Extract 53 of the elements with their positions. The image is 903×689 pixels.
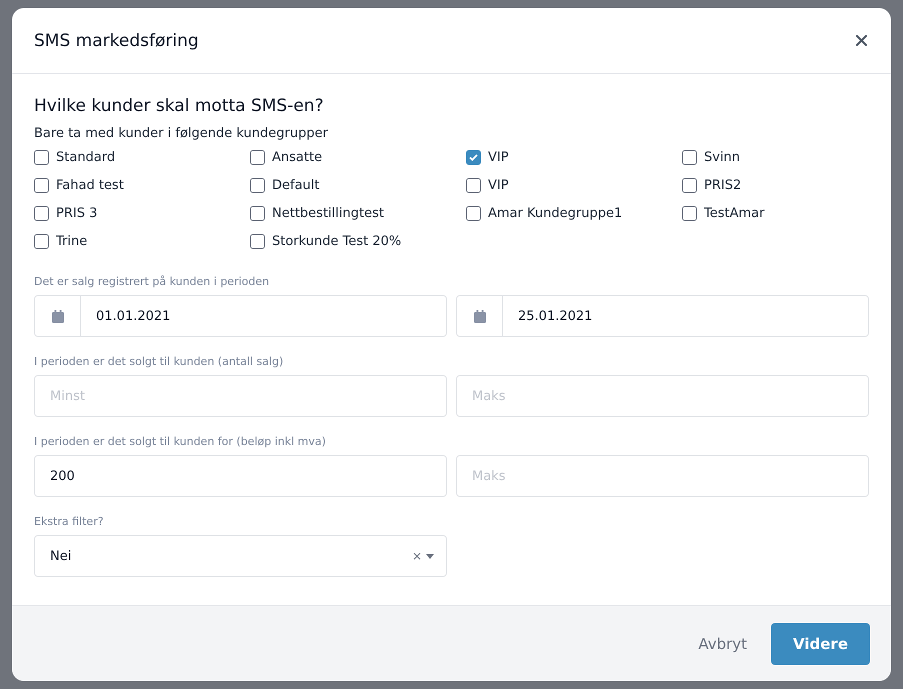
- date-picker[interactable]: 01.01.2021: [34, 295, 447, 337]
- checkbox-option[interactable]: Storkunde Test 20%: [250, 231, 402, 251]
- field-label: I perioden er det solgt til kunden (antall salg): [34, 355, 284, 368]
- input-field[interactable]: Minst: [34, 375, 447, 417]
- checkbox[interactable]: [466, 206, 481, 220]
- date-picker[interactable]: 25.01.2021: [456, 295, 869, 337]
- clear-icon[interactable]: ×: [412, 549, 422, 563]
- checkbox[interactable]: [250, 234, 265, 248]
- checkbox[interactable]: [682, 178, 697, 192]
- checkbox[interactable]: [466, 150, 481, 164]
- checkbox-option[interactable]: Standard: [34, 147, 116, 167]
- select-field[interactable]: Nei ×: [34, 535, 447, 577]
- dialog-title: SMS markedsføring: [34, 30, 199, 50]
- date-field[interactable]: 25.01.2021: [503, 296, 868, 336]
- checkbox-option[interactable]: TestAmar: [682, 203, 764, 223]
- caret-icon: [426, 554, 434, 558]
- checkbox[interactable]: [34, 234, 49, 248]
- checkbox[interactable]: [34, 178, 49, 192]
- checkbox-option[interactable]: VIP: [466, 147, 509, 167]
- checkbox[interactable]: [34, 206, 49, 220]
- input-field[interactable]: 200: [34, 455, 447, 497]
- continue-button[interactable]: Videre: [771, 622, 870, 664]
- question-heading: Hvilke kunder skal motta SMS-en?: [34, 96, 325, 116]
- checkbox[interactable]: [682, 150, 697, 164]
- checkbox[interactable]: [250, 150, 265, 164]
- checkbox-option[interactable]: Default: [250, 175, 320, 195]
- field-label: I perioden er det solgt til kunden for (beløp inkl mva): [34, 435, 327, 448]
- checkbox-option[interactable]: PRIS2: [682, 175, 742, 195]
- checkbox[interactable]: [250, 178, 265, 192]
- close-icon: [856, 35, 867, 46]
- input-field[interactable]: Maks: [456, 375, 869, 417]
- cancel-button[interactable]: Avbryt: [696, 622, 750, 664]
- checkbox-option[interactable]: Nettbestillingtest: [250, 203, 384, 223]
- close-button[interactable]: [854, 33, 869, 48]
- checkbox-option[interactable]: Trine: [34, 231, 88, 251]
- check-icon: [469, 154, 478, 160]
- checkbox[interactable]: [682, 206, 697, 220]
- checkbox-option[interactable]: Ansatte: [250, 147, 322, 167]
- checkbox[interactable]: [250, 206, 265, 220]
- calendar-icon: [474, 310, 486, 322]
- checkbox-option[interactable]: Amar Kundegruppe1: [466, 203, 622, 223]
- group-label: Bare ta med kunder i følgende kundegrupper: [34, 126, 329, 141]
- checkbox-option[interactable]: Fahad test: [34, 175, 124, 195]
- input-field[interactable]: Maks: [456, 455, 869, 497]
- date-field[interactable]: 01.01.2021: [81, 296, 446, 336]
- checkbox[interactable]: [466, 178, 481, 192]
- checkbox-option[interactable]: Svinn: [682, 147, 740, 167]
- checkbox-option[interactable]: VIP: [466, 175, 509, 195]
- checkbox[interactable]: [34, 150, 49, 164]
- field-label: Det er salg registrert på kunden i perioden: [34, 275, 270, 288]
- calendar-icon: [52, 310, 64, 322]
- checkbox-option[interactable]: PRIS 3: [34, 203, 98, 223]
- field-label: Ekstra filter?: [34, 515, 105, 528]
